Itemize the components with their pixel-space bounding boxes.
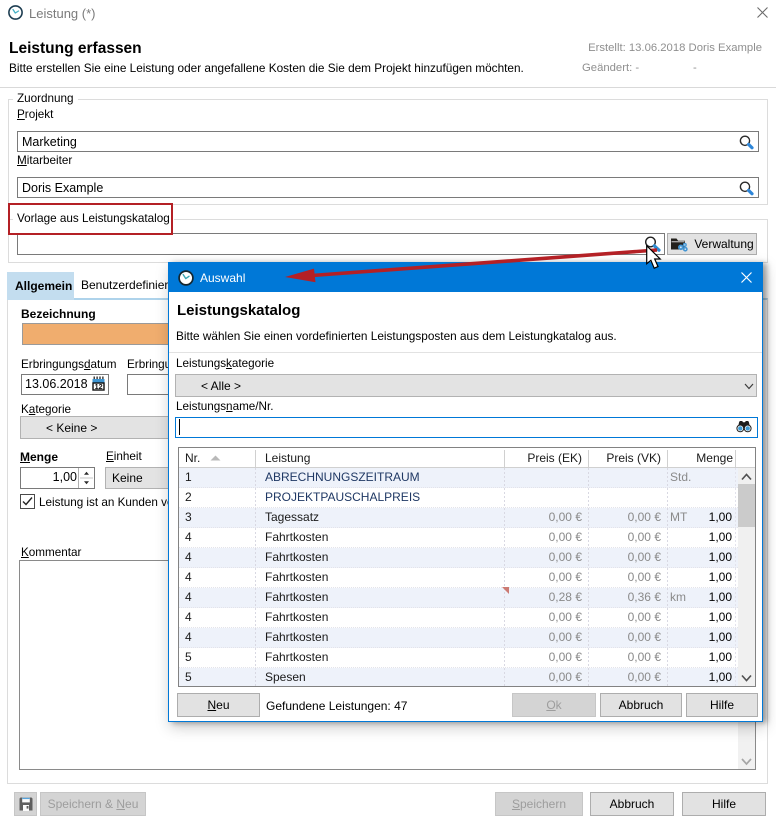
svg-text:12: 12	[95, 382, 103, 391]
